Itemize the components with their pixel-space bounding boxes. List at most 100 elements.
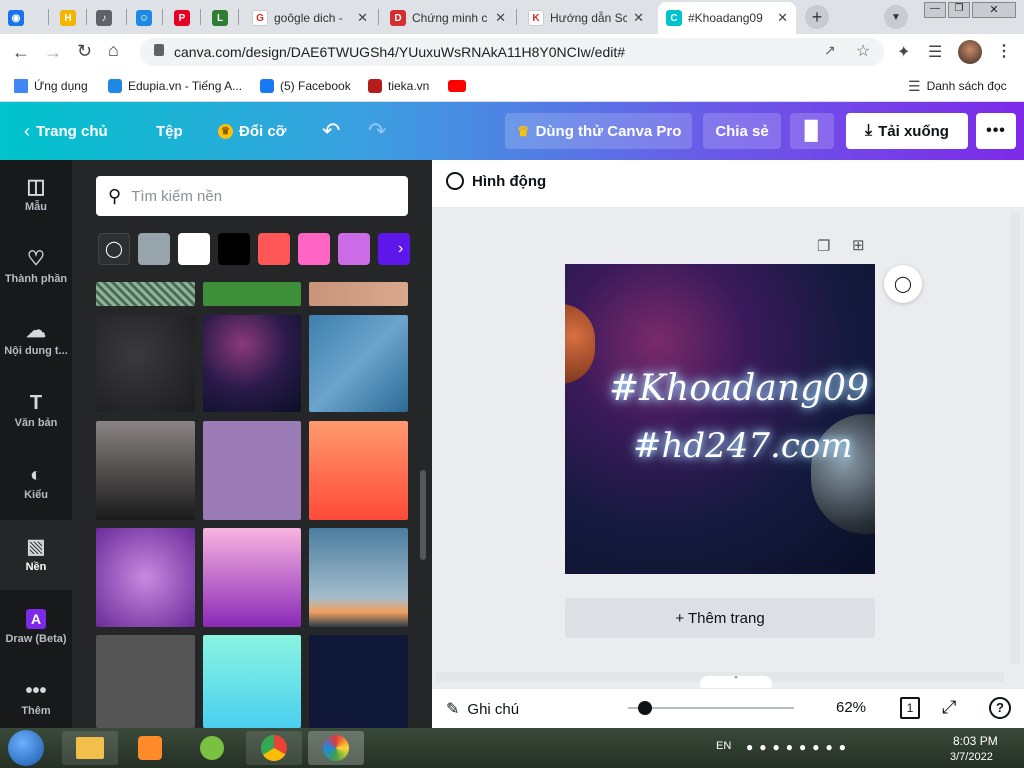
language-indicator[interactable]: EN: [716, 740, 731, 752]
share-button[interactable]: Chia sẻ: [703, 113, 781, 149]
taskbar-media-player[interactable]: [122, 731, 178, 765]
design-text-line-1[interactable]: #Khoadang09: [609, 368, 869, 409]
add-page-icon[interactable]: ⊞: [852, 236, 865, 254]
more-options-button[interactable]: •••: [976, 113, 1016, 149]
workspace-vertical-scrollbar[interactable]: [1010, 212, 1020, 664]
background-thumbnail[interactable]: [203, 282, 301, 306]
swatches-next-arrow-icon[interactable]: ›: [398, 240, 403, 258]
add-page-button[interactable]: + Thêm trang: [565, 598, 875, 638]
background-thumbnail[interactable]: [96, 282, 195, 306]
zoom-slider-knob[interactable]: [637, 701, 652, 715]
back-arrow-icon[interactable]: ←: [12, 42, 30, 63]
bookmark-apps-grid[interactable]: Ứng dụng: [14, 76, 88, 96]
background-thumbnail[interactable]: [309, 528, 408, 627]
insights-chart-button[interactable]: ▉: [790, 113, 834, 149]
sidebar-item-text[interactable]: T Văn bản: [0, 376, 72, 446]
background-thumbnail[interactable]: [96, 421, 195, 520]
reload-icon[interactable]: ↻: [77, 41, 92, 62]
close-window-button[interactable]: ✕: [972, 2, 1016, 18]
page-count-button[interactable]: 1: [900, 697, 920, 719]
file-menu-button[interactable]: Tệp: [144, 113, 195, 149]
close-tab-icon[interactable]: ✕: [777, 10, 788, 26]
bookmark-facebook[interactable]: (5) Facebook: [260, 76, 351, 96]
star-bookmark-icon[interactable]: ☆: [856, 41, 870, 61]
color-swatch[interactable]: [258, 233, 290, 265]
taskbar-file-explorer[interactable]: [62, 731, 118, 765]
fullscreen-expand-icon[interactable]: ⤢: [942, 697, 956, 718]
close-tab-icon[interactable]: ✕: [495, 10, 506, 26]
background-thumbnail[interactable]: [309, 282, 408, 306]
download-button[interactable]: ⤓ Tải xuống: [846, 113, 968, 149]
new-tab-button[interactable]: +: [805, 5, 829, 29]
browser-menu-kebab-icon[interactable]: ⋮: [996, 41, 1012, 61]
background-thumbnail[interactable]: [96, 315, 195, 412]
sidebar-item-template[interactable]: ◫ Mẫu: [0, 160, 72, 230]
zoom-slider-track[interactable]: [628, 707, 794, 709]
browser-tab[interactable]: L: [204, 2, 236, 34]
color-swatch[interactable]: [138, 233, 170, 265]
browser-tab[interactable]: H: [52, 2, 84, 34]
bookmark-edupia[interactable]: Edupia.vn - Tiếng A...: [108, 76, 242, 96]
tray-icons[interactable]: ●●●●●●●●: [746, 740, 852, 754]
duplicate-page-icon[interactable]: ❐: [817, 237, 830, 255]
browser-tab[interactable]: C #Khoadang09 ✕: [658, 2, 796, 34]
background-thumbnail[interactable]: [309, 635, 408, 728]
resize-button[interactable]: ♛ Đổi cỡ: [206, 113, 298, 149]
color-swatch[interactable]: [378, 233, 410, 265]
forward-arrow-icon[interactable]: →: [44, 42, 62, 63]
sidebar-item-palette[interactable]: ◐ Kiểu: [0, 448, 72, 518]
background-thumbnail[interactable]: [203, 421, 301, 520]
sidebar-item-draw[interactable]: A Draw (Beta): [0, 592, 72, 662]
bookmark-youtube[interactable]: [448, 76, 466, 96]
browser-tab[interactable]: K Hướng dẫn Sc ✕: [520, 2, 652, 34]
home-button[interactable]: ‹ Trang chủ: [12, 113, 120, 149]
try-canva-pro-button[interactable]: ♛ Dùng thử Canva Pro: [505, 113, 692, 149]
design-text-line-2[interactable]: #hd247.com: [633, 426, 853, 466]
clock-time[interactable]: 8:03 PM: [953, 734, 998, 748]
search-input[interactable]: ⚲ Tìm kiếm nền: [96, 176, 408, 216]
sidebar-item-upload-cloud[interactable]: ☁ Nội dung t...: [0, 304, 72, 374]
close-tab-icon[interactable]: ✕: [633, 10, 644, 26]
browser-tab[interactable]: Ggoôgle dich - ✕: [244, 2, 376, 34]
notes-button[interactable]: ✎ Ghi chú: [446, 699, 519, 719]
color-swatch[interactable]: [338, 233, 370, 265]
color-palette-button[interactable]: ◯: [98, 233, 130, 265]
start-button[interactable]: [8, 730, 44, 766]
redo-icon[interactable]: ↷: [368, 118, 386, 144]
browser-tab[interactable]: P: [166, 2, 198, 34]
help-question-icon[interactable]: ?: [989, 697, 1011, 719]
undo-icon[interactable]: ↶: [322, 118, 340, 144]
taskbar-paint[interactable]: [308, 731, 364, 765]
taskbar-chrome[interactable]: [246, 731, 302, 765]
background-thumbnail[interactable]: [203, 635, 301, 728]
animate-button[interactable]: Hình động: [446, 172, 546, 190]
taskbar-coccoc[interactable]: [184, 731, 240, 765]
reading-list[interactable]: ☰ Danh sách đọc: [908, 76, 1007, 96]
browser-tab[interactable]: ♪: [88, 2, 124, 34]
background-thumbnail[interactable]: [96, 635, 195, 728]
sidebar-item-background[interactable]: ▧ Nền: [0, 520, 72, 590]
browser-tab[interactable]: ◉: [0, 2, 46, 34]
background-thumbnail[interactable]: [203, 315, 301, 412]
browser-tab[interactable]: ☺: [128, 2, 160, 34]
zoom-percentage[interactable]: 62%: [836, 699, 866, 716]
profile-avatar[interactable]: [958, 40, 982, 64]
clock-date[interactable]: 3/7/2022: [950, 751, 993, 763]
close-tab-icon[interactable]: ✕: [357, 10, 368, 26]
color-swatch[interactable]: [178, 233, 210, 265]
color-swatch[interactable]: [218, 233, 250, 265]
minimize-window-button[interactable]: —: [924, 2, 946, 18]
restore-window-button[interactable]: ❐: [948, 2, 970, 18]
extensions-puzzle-icon[interactable]: ✦: [897, 42, 910, 62]
media-queue-icon[interactable]: ☰: [928, 42, 942, 62]
color-swatch[interactable]: [298, 233, 330, 265]
address-bar[interactable]: canva.com/design/DAE6TWUGSh4/YUuxuWsRNAk…: [140, 38, 884, 66]
design-canvas[interactable]: #Khoadang09 #hd247.com: [565, 264, 875, 574]
background-thumbnail[interactable]: [309, 315, 408, 412]
sidebar-item-elements[interactable]: ♡ Thành phần: [0, 232, 72, 302]
bookmark-tieka[interactable]: tieka.vn: [368, 76, 429, 96]
comment-button[interactable]: ◯: [884, 265, 922, 303]
background-thumbnail[interactable]: [203, 528, 301, 627]
background-thumbnail[interactable]: [309, 421, 408, 520]
background-thumbnail[interactable]: [96, 528, 195, 627]
